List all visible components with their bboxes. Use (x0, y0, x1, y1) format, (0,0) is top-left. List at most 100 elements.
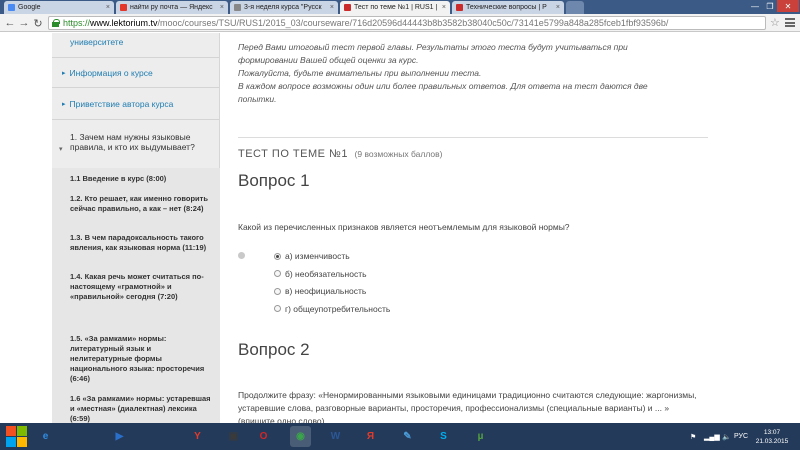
question-2-text: Продолжите фразу: «Ненормированными язык… (238, 390, 697, 423)
tab-close-icon[interactable]: × (554, 4, 560, 11)
answer-label[interactable]: в) неофициальность (285, 286, 366, 296)
sidebar-lesson-link[interactable]: 1.3. В чем парадоксальность такого явлен… (70, 233, 212, 253)
close-window-button[interactable]: ✕ (777, 0, 799, 12)
web-page: университете ▸ Информация о курсе ▸ Привет… (0, 33, 800, 423)
browser-tab[interactable]: 3-я неделя курса "Русск × (230, 1, 338, 14)
video-app-icon[interactable]: ▣ (223, 426, 244, 447)
sidebar-item-university[interactable]: университете (52, 35, 219, 49)
tab-title: Google (18, 4, 41, 11)
back-button[interactable]: ← (3, 16, 17, 30)
internet-explorer-icon[interactable]: e (35, 426, 56, 447)
sidebar-item-author-greeting[interactable]: ▸ Приветствие автора курса (52, 96, 219, 112)
chevron-down-icon: ▾ (59, 146, 63, 153)
sidebar-lesson-link[interactable]: 1.6 «За рамками» нормы: устаревшая и «ме… (70, 394, 212, 423)
chevron-right-icon: ▸ (62, 70, 66, 77)
tab-favicon-icon (8, 4, 15, 11)
browser-tab[interactable]: Тест по теме №1 | RUS1 | × (340, 1, 450, 14)
sidebar-divider (52, 119, 219, 120)
clock-time: 13:07 (763, 429, 781, 436)
intro-paragraph: В каждом вопросе возможны один или более… (238, 81, 648, 104)
answer-radio[interactable] (274, 270, 281, 277)
sidebar-lesson-link[interactable]: 1.4. Какая речь может считаться по-насто… (70, 272, 212, 302)
test-intro: Перед Вами итоговый тест первой главы. Р… (238, 41, 688, 106)
tray-volume-icon[interactable]: 🔈 (722, 423, 731, 450)
tab-close-icon[interactable]: × (440, 4, 446, 11)
tab-close-icon[interactable]: × (104, 4, 110, 11)
url-scheme: https:// (63, 18, 91, 28)
sidebar-item-label: Приветствие автора курса (69, 99, 174, 109)
test-points: (9 возможных баллов) (354, 149, 443, 159)
tray-flag-icon[interactable]: ⚑ (690, 423, 696, 450)
intro-paragraph: Пожалуйста, будьте внимательны при выпол… (238, 68, 482, 78)
browser-tab[interactable]: Технические вопросы | Р × (452, 1, 564, 14)
tab-favicon-icon (456, 4, 463, 11)
sidebar-item-label: Информация о курсе (69, 68, 153, 78)
browser-toolbar: ← → ↻ https://www.lektorium.tv/mooc/cour… (0, 14, 800, 32)
answer-option[interactable]: г) общеупотребительность (274, 304, 390, 314)
tab-title: Технические вопросы | Р (466, 4, 547, 11)
tab-favicon-icon (234, 4, 241, 11)
sidebar-divider (52, 57, 219, 58)
word-icon[interactable]: W (325, 426, 346, 447)
tab-close-icon[interactable]: × (218, 4, 224, 11)
sidebar-divider (52, 87, 219, 88)
answer-radio[interactable] (274, 305, 281, 312)
minimize-window-button[interactable]: — (747, 0, 763, 12)
media-player-icon[interactable]: ▶ (109, 426, 130, 447)
answer-radio[interactable] (274, 252, 281, 260)
skype-icon[interactable]: S (433, 426, 454, 447)
language-indicator[interactable]: РУС (734, 423, 748, 450)
answer-option[interactable]: а) изменчивость (274, 251, 350, 261)
url-path: /mooc/courses/TSU/RUS1/2015_03/coursewar… (157, 18, 669, 28)
lock-icon (52, 19, 60, 27)
yandex-icon[interactable]: Я (360, 426, 381, 447)
answer-label[interactable]: б) необязательность (285, 269, 367, 279)
yandex-browser-icon[interactable]: Y (187, 426, 208, 447)
maximize-window-button[interactable]: ❐ (763, 0, 777, 12)
paint-icon[interactable]: ✎ (397, 426, 418, 447)
browser-tab[interactable]: найти ру почта — Яндекс × (116, 1, 228, 14)
reload-button[interactable]: ↻ (31, 16, 45, 30)
answer-radio[interactable] (274, 287, 281, 295)
torrent-icon[interactable]: µ (470, 426, 491, 447)
clock-date: 21.03.2015 (755, 438, 789, 445)
windows-taskbar: e ▶ Y ▣ O ◉ W Я ✎ Sµ ⚑ ▂▄▆ 🔈 РУС 13:07 21.03.2015 (0, 423, 800, 450)
forward-button[interactable]: → (17, 16, 31, 30)
question-status-icon (238, 252, 245, 259)
test-title: ТЕСТ ПО ТЕМЕ №1 (238, 148, 348, 160)
question-2-title: Вопрос 2 (238, 340, 310, 359)
question-1-text: Какой из перечисленных признаков являетс… (238, 222, 570, 232)
windows-start-icon[interactable] (6, 426, 27, 447)
address-bar[interactable]: https://www.lektorium.tv/mooc/courses/TS… (48, 16, 766, 30)
new-tab-button[interactable] (566, 1, 584, 14)
tray-network-icon[interactable]: ▂▄▆ (704, 423, 720, 450)
answer-label[interactable]: а) изменчивость (285, 251, 350, 261)
tab-title: 3-я неделя курса "Русск (244, 4, 322, 11)
sidebar-lesson-link[interactable]: 1.1 Введение в курс (8:00) (70, 174, 212, 184)
main-content: Перед Вами итоговый тест первой главы. Р… (222, 33, 800, 423)
chevron-right-icon: ▸ (62, 101, 66, 108)
file-explorer-icon[interactable] (73, 426, 94, 447)
answer-option[interactable]: б) необязательность (274, 269, 367, 279)
tab-favicon-icon (120, 4, 127, 11)
browser-menu-icon[interactable] (785, 18, 795, 27)
sidebar-item-label: университете (70, 37, 124, 47)
test-heading: ТЕСТ ПО ТЕМЕ №1 (9 возможных баллов) (238, 148, 442, 160)
taskbar-clock[interactable]: 13:07 21.03.2015 (752, 428, 792, 446)
sidebar-chapter-1[interactable]: 1. Зачем нам нужны языковые правила, и к… (70, 132, 220, 152)
browser-tab[interactable]: Google × (4, 1, 114, 14)
answer-option[interactable]: в) неофициальность (274, 286, 366, 296)
bookmark-star-icon[interactable]: ☆ (770, 16, 780, 29)
answer-label[interactable]: г) общеупотребительность (285, 304, 390, 314)
tab-close-icon[interactable]: × (328, 4, 334, 11)
browser-tab-bar: Google × найти ру почта — Яндекс × 3-я недел… (0, 0, 800, 14)
opera-icon[interactable]: O (253, 426, 274, 447)
tab-title: найти ру почта — Яндекс (130, 4, 213, 11)
divider (238, 137, 708, 138)
chrome-icon[interactable]: ◉ (290, 426, 311, 447)
tab-favicon-icon (344, 4, 351, 11)
sidebar-item-course-info[interactable]: ▸ Информация о курсе (52, 65, 219, 81)
url-host: www.lektorium.tv (90, 18, 158, 28)
sidebar-lesson-link[interactable]: 1.2. Кто решает, как именно говорить сей… (70, 194, 212, 214)
sidebar-lesson-link[interactable]: 1.5. «За рамками» нормы: литературный яз… (70, 334, 212, 384)
